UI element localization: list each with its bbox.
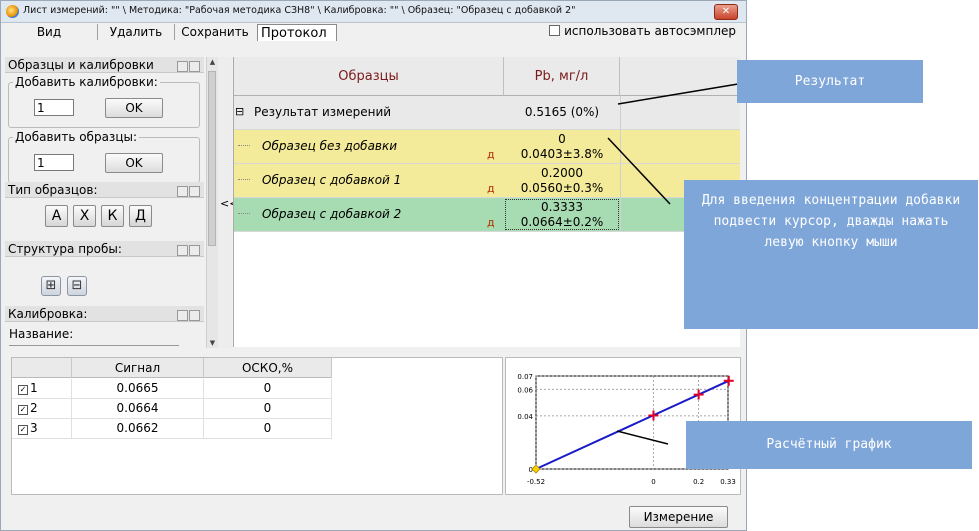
graph-pointer-line [616, 430, 669, 445]
result-pointer-line [617, 83, 739, 105]
callout-concentration: Для введения концентрации добавки подвес… [684, 180, 978, 329]
concentration-pointer-line [607, 137, 671, 205]
callout-result: Результат [737, 60, 923, 103]
callout-graph: Расчётный график [686, 421, 972, 469]
